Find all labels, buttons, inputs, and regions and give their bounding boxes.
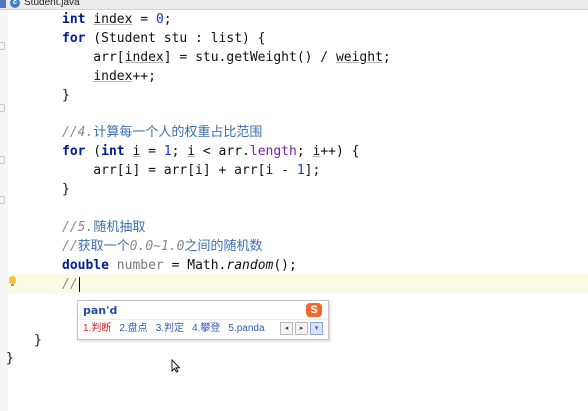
code-token: int: [101, 144, 125, 160]
code-token: ;: [382, 49, 391, 65]
ime-paging: ◂ ▸ ▾: [278, 322, 323, 335]
code-token: ;: [163, 12, 172, 27]
code-token: //: [62, 276, 78, 292]
tab-label: Student.java: [24, 0, 80, 8]
code-token: 之间的随机数: [184, 238, 263, 254]
fold-marker[interactable]: [0, 42, 5, 50]
code-token: index: [93, 68, 133, 84]
file-closing-brace: }: [6, 351, 14, 366]
code-token: weight: [335, 49, 383, 65]
current-line-highlight: [8, 274, 588, 293]
code-line[interactable]: }: [62, 180, 70, 199]
fold-marker[interactable]: [0, 104, 5, 112]
code-token: ++;: [132, 68, 156, 84]
code-token: //4.: [62, 125, 94, 141]
code-line[interactable]: for (int i = 1; i < arr.length; i++) {: [62, 142, 359, 161]
code-token: i: [187, 144, 196, 160]
code-token: ();: [273, 257, 297, 273]
code-token: }: [62, 87, 70, 103]
code-token: ] = stu.getWeight() /: [163, 49, 336, 65]
code-token: (: [85, 144, 102, 160]
code-line[interactable]: arr[i] = arr[i] + arr[i - 1];: [62, 161, 320, 180]
code-token: (Student stu : list) {: [85, 30, 266, 46]
code-token: number: [116, 257, 164, 273]
code-token: =: [132, 12, 156, 27]
code-token: 获取一个: [77, 238, 130, 254]
code-token: 计算每一个人的权重占比范围: [93, 125, 263, 141]
code-token: = Math.: [163, 257, 227, 273]
previous-tab[interactable]: [0, 0, 6, 8]
code-token: 0.0~1.0: [129, 238, 185, 254]
ime-candidate[interactable]: 4.攀登: [192, 321, 220, 336]
code-line[interactable]: arr[index] = stu.getWeight() / weight;: [62, 48, 391, 67]
ime-candidate-window: pan'd S 1.判断 2.盘点 3.判定 4.攀登 5.panda ◂ ▸ ▾: [77, 300, 329, 340]
code-token: for: [62, 144, 86, 160]
editor-tab-bar: c Student.java: [0, 0, 588, 10]
fold-marker[interactable]: [0, 196, 5, 204]
class-closing-brace: }: [34, 333, 42, 348]
code-token: //5.: [62, 219, 94, 235]
code-token: ];: [304, 163, 321, 179]
code-token: 1: [163, 144, 172, 160]
code-token: arr[i] = arr[i] + arr[i -: [62, 163, 297, 179]
code-token: int: [62, 12, 86, 27]
code-line[interactable]: index++;: [62, 67, 156, 86]
code-token: 1: [296, 163, 305, 179]
code-token: 随机抽取: [93, 219, 146, 235]
code-token: for: [62, 30, 86, 46]
mouse-pointer-icon: [171, 359, 181, 373]
ime-divider: [78, 319, 328, 320]
code-token: ++) {: [320, 144, 360, 160]
ime-prev-page-button[interactable]: ◂: [280, 322, 293, 335]
code-line[interactable]: //4.计算每一个人的权重占比范围: [62, 123, 262, 142]
code-line[interactable]: double number = Math.random();: [62, 256, 297, 275]
code-line[interactable]: for (Student stu : list) {: [62, 29, 266, 48]
sogou-logo-icon: S: [306, 303, 322, 317]
code-token: double: [62, 257, 109, 273]
ime-candidate-list: 1.判断 2.盘点 3.判定 4.攀登 5.panda: [83, 321, 273, 336]
ime-candidate[interactable]: 3.判定: [156, 321, 184, 336]
intention-bulb-icon[interactable]: [9, 276, 16, 286]
ime-candidate[interactable]: 2.盘点: [119, 321, 147, 336]
code-token: < arr.: [195, 144, 250, 160]
code-token: //: [62, 238, 78, 254]
code-line[interactable]: //: [62, 275, 80, 294]
ime-candidate[interactable]: 5.panda: [228, 321, 264, 336]
code-token: random: [226, 257, 274, 273]
code-line[interactable]: //5.随机抽取: [62, 218, 145, 237]
code-token: index: [93, 12, 133, 27]
code-token: arr[: [62, 49, 125, 65]
fold-marker[interactable]: [0, 156, 5, 164]
code-token: }: [62, 182, 70, 198]
code-line[interactable]: }: [62, 86, 70, 105]
ime-expand-button[interactable]: ▾: [310, 322, 323, 335]
code-token: length: [249, 144, 297, 160]
ime-composition-text: pan'd: [83, 304, 118, 317]
code-token: index: [124, 49, 164, 65]
ime-candidate[interactable]: 1.判断: [83, 321, 111, 336]
code-line[interactable]: //获取一个0.0~1.0之间的随机数: [62, 237, 262, 256]
ime-next-page-button[interactable]: ▸: [295, 322, 308, 335]
java-class-icon: c: [10, 0, 20, 8]
code-token: =: [140, 144, 164, 160]
code-token: ;: [171, 144, 188, 160]
code-token: ;: [296, 144, 313, 160]
tab-student-java[interactable]: c Student.java: [8, 0, 86, 9]
code-line[interactable]: int index = 0;: [62, 10, 172, 29]
text-caret: [78, 276, 80, 292]
code-token: 0: [155, 12, 164, 27]
